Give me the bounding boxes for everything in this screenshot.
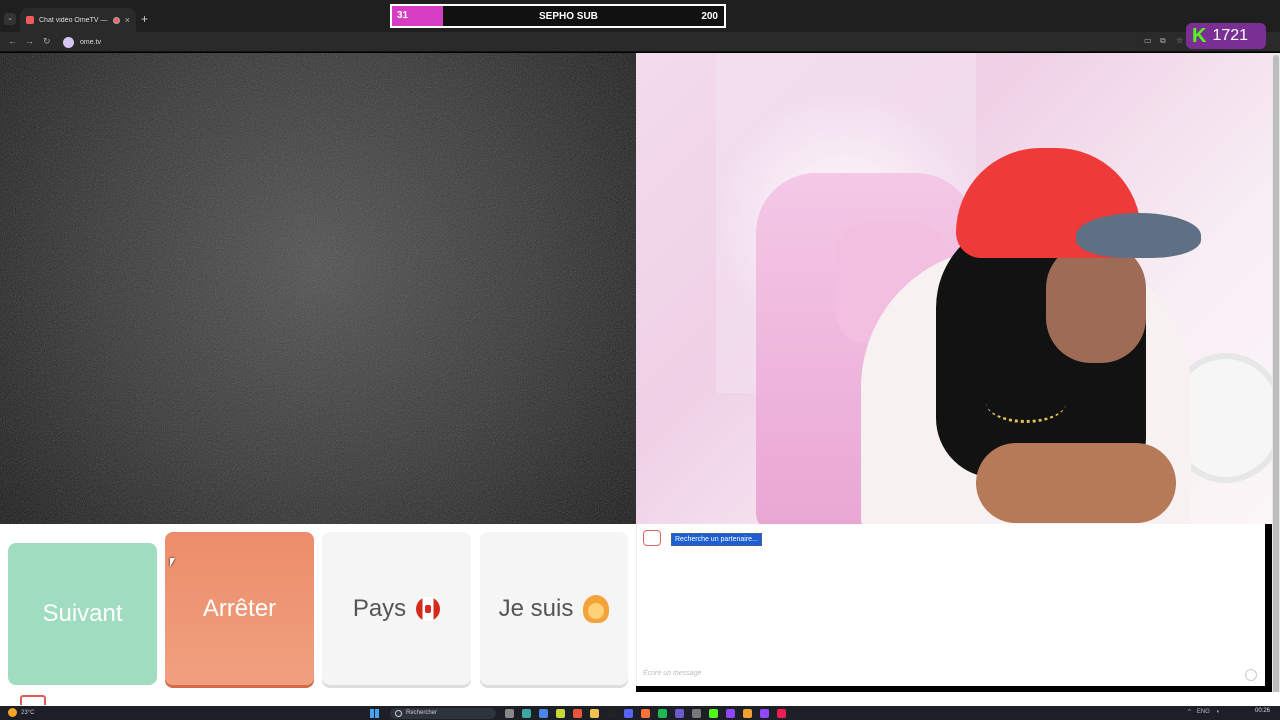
- audio-playing-icon[interactable]: [112, 16, 120, 24]
- necklace: [986, 383, 1066, 423]
- next-button[interactable]: Suivant: [8, 543, 157, 685]
- kick-viewer-badge: K 1721: [1186, 23, 1266, 49]
- app-icon-9[interactable]: [743, 709, 752, 718]
- app-icon-7[interactable]: [692, 709, 701, 718]
- kick-app-icon[interactable]: [709, 709, 718, 718]
- ometv-logo-icon: [643, 530, 661, 546]
- close-tab-icon[interactable]: ×: [125, 15, 130, 25]
- page-footer-strip: [0, 692, 1280, 706]
- mouse-cursor-icon: [170, 558, 175, 567]
- tray-chevron-icon[interactable]: ^: [1188, 709, 1191, 715]
- back-icon[interactable]: ←: [8, 36, 17, 46]
- spotify-icon[interactable]: [658, 709, 667, 718]
- clock[interactable]: 00:26: [1255, 708, 1270, 714]
- site-info-icon[interactable]: [63, 37, 74, 48]
- streamer-face: [1046, 243, 1146, 363]
- streamer-arm: [976, 443, 1176, 523]
- cast-icon[interactable]: ▭: [1144, 36, 1152, 45]
- scrollbar-thumb[interactable]: [1273, 55, 1279, 695]
- kick-logo-icon: K: [1192, 24, 1207, 47]
- gender-button[interactable]: Je suis: [480, 532, 628, 685]
- translate-icon[interactable]: ⧉: [1160, 36, 1166, 46]
- taskbar-apps: [505, 709, 786, 718]
- reload-icon[interactable]: ↻: [43, 36, 51, 47]
- sub-goal-label: SEPHO SUB: [539, 10, 598, 22]
- stop-button[interactable]: Arrêter: [165, 532, 314, 685]
- temperature: 23°C: [21, 709, 35, 716]
- tiktok-icon[interactable]: [607, 709, 616, 718]
- taskbar-search[interactable]: Rechercher: [390, 708, 496, 719]
- flag-canada-icon: [416, 596, 441, 621]
- page-scrollbar[interactable]: [1272, 53, 1280, 695]
- tab-title: Chat vidéo OmeTV — Alter...: [39, 16, 108, 24]
- firefox-icon[interactable]: [641, 709, 650, 718]
- sub-goal-track: SEPHO SUB 200: [443, 6, 724, 26]
- sub-goal-current: 31: [392, 6, 443, 26]
- static-noise-texture: [0, 53, 636, 524]
- browser-tab[interactable]: Chat vidéo OmeTV — Alter... ×: [20, 8, 136, 32]
- cap-brim: [1076, 213, 1201, 258]
- country-button[interactable]: Pays: [322, 532, 471, 685]
- video-stage: [0, 53, 1280, 524]
- viewer-count: 1721: [1212, 27, 1249, 44]
- app-icon-5[interactable]: [624, 709, 633, 718]
- app-icon-3[interactable]: [556, 709, 565, 718]
- self-camera-video: [636, 53, 1272, 524]
- system-tray: ^ ENG ◖: [1188, 709, 1219, 715]
- forward-icon[interactable]: →: [25, 36, 34, 46]
- volume-icon[interactable]: ◖: [1216, 709, 1220, 715]
- next-button-label: Suivant: [42, 600, 123, 627]
- stop-button-label: Arrêter: [202, 594, 277, 622]
- chat-controls-panel: Suivant Arrêter Pays Je suis: [0, 524, 636, 692]
- tiktok-live-icon[interactable]: [777, 709, 786, 718]
- windows-taskbar: 23°C Rechercher ^ ENG ◖ 00:26: [0, 706, 1280, 720]
- weather-sun-icon: [8, 708, 17, 717]
- tab-favicon-icon: [26, 16, 34, 24]
- windows-start-icon[interactable]: [370, 709, 379, 718]
- url-field[interactable]: ome.tv: [58, 35, 1138, 50]
- message-input[interactable]: Écrire un message: [643, 670, 701, 677]
- sub-goal-target: 200: [701, 10, 718, 22]
- new-tab-button[interactable]: +: [141, 12, 148, 26]
- weather-widget[interactable]: 23°C: [8, 708, 34, 717]
- system-status-message: Recherche un partenaire...: [671, 533, 762, 546]
- file-explorer-icon[interactable]: [590, 709, 599, 718]
- bookmark-star-icon[interactable]: ☆: [1176, 36, 1183, 45]
- partner-video-static: [0, 53, 636, 524]
- gender-button-label: Je suis: [498, 594, 574, 622]
- url-text: ome.tv: [80, 39, 102, 46]
- input-language[interactable]: ENG: [1197, 709, 1210, 715]
- tab-list-chevron-icon[interactable]: ⌄: [4, 13, 16, 25]
- app-icon-6[interactable]: [675, 709, 684, 718]
- task-view-icon[interactable]: [505, 709, 514, 718]
- app-icon-1[interactable]: [522, 709, 531, 718]
- sub-goal-bar: 31 SEPHO SUB 200: [390, 4, 726, 28]
- app-icon-2[interactable]: [539, 709, 548, 718]
- ometv-footer-logo-icon: [20, 695, 46, 705]
- emoji-picker-icon[interactable]: [1245, 669, 1257, 681]
- twitch-icon[interactable]: [760, 709, 769, 718]
- country-button-label: Pays: [352, 594, 407, 622]
- chat-panel: Recherche un partenaire... Écrire un mes…: [636, 524, 1265, 686]
- woman-emoji-icon: [583, 594, 610, 623]
- app-icon-4[interactable]: [573, 709, 582, 718]
- app-icon-8[interactable]: [726, 709, 735, 718]
- address-bar-row: ← → ↻ ome.tv ▭ ⧉ ☆: [0, 32, 1280, 52]
